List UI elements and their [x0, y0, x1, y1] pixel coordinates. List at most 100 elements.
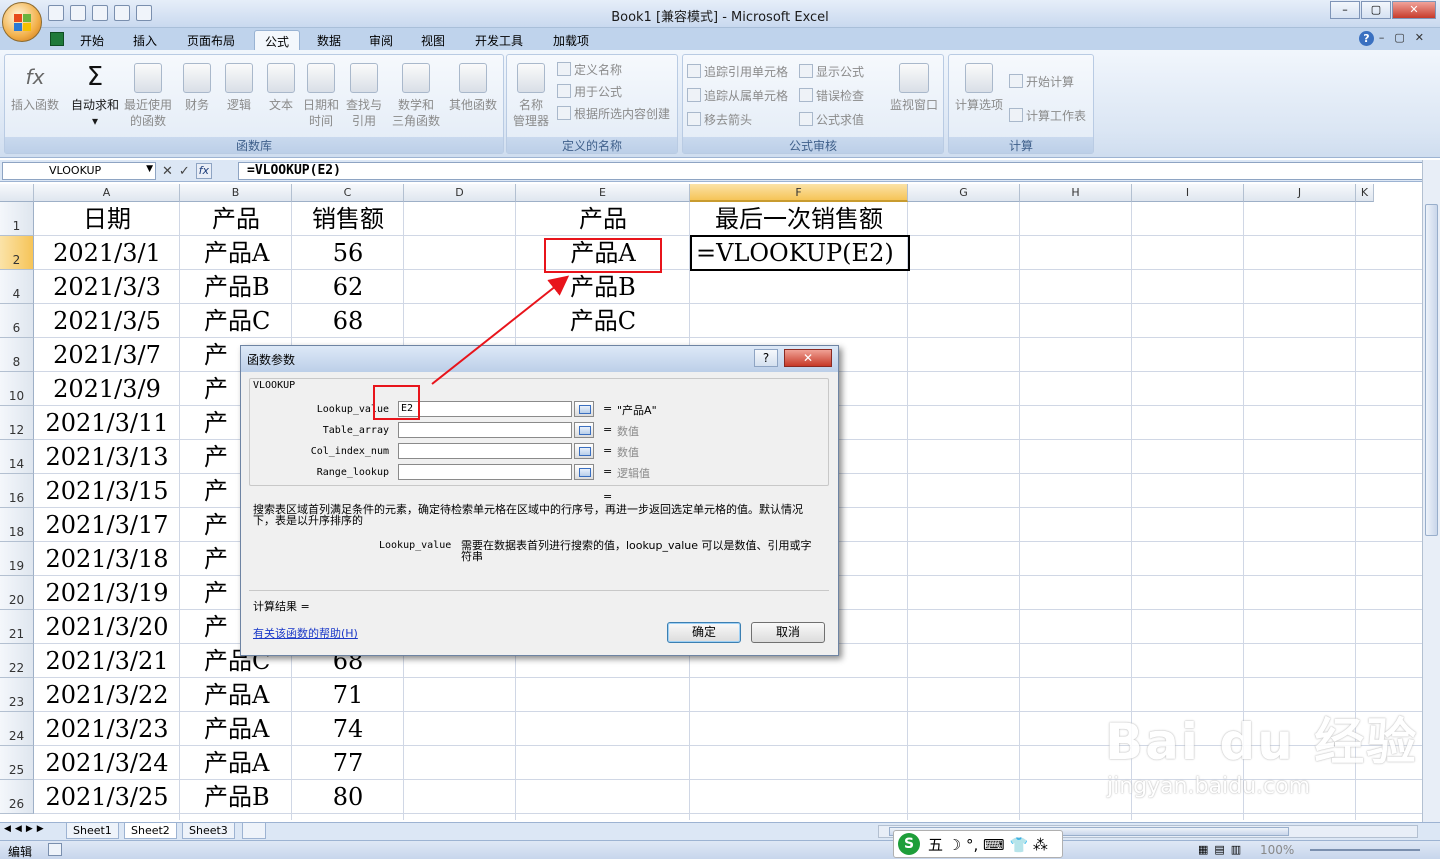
row-header-4[interactable]: 4	[0, 270, 34, 304]
column-header-d[interactable]: D	[404, 184, 516, 202]
column-header-b[interactable]: B	[180, 184, 292, 202]
close-button[interactable]: ✕	[1392, 1, 1436, 19]
scroll-thumb[interactable]	[1425, 204, 1438, 536]
row-header-16[interactable]: 16	[0, 474, 34, 508]
tab-review[interactable]: 审阅	[358, 30, 404, 50]
name-manager-button[interactable]: 名称 管理器	[509, 63, 553, 129]
cell-date[interactable]: 2021/3/20	[34, 610, 180, 644]
row-header-1[interactable]: 1	[0, 202, 34, 236]
column-header-c[interactable]: C	[292, 184, 404, 202]
chevron-down-icon[interactable]: ▼	[146, 164, 153, 174]
cell-sales[interactable]: 71	[292, 678, 404, 712]
tab-addins[interactable]: 加载项	[540, 30, 602, 50]
row-header-14[interactable]: 14	[0, 440, 34, 474]
help-link[interactable]: 有关该函数的帮助(H)	[253, 625, 358, 641]
cancel-icon[interactable]: ✕	[162, 164, 173, 179]
cell-sales[interactable]: 77	[292, 746, 404, 780]
row-header-25[interactable]: 25	[0, 746, 34, 780]
row-header-20[interactable]: 20	[0, 576, 34, 610]
help-icon[interactable]: ?	[1359, 31, 1374, 46]
column-header-a[interactable]: A	[34, 184, 180, 202]
define-name-button[interactable]: 定义名称	[557, 61, 622, 78]
cell-date[interactable]: 2021/3/17	[34, 508, 180, 542]
cell-date[interactable]: 2021/3/21	[34, 644, 180, 678]
formula-input[interactable]: =VLOOKUP(E2)	[238, 162, 1426, 180]
header-product-e[interactable]: 产品	[516, 202, 690, 236]
cell-date[interactable]: 2021/3/13	[34, 440, 180, 474]
tab-page-layout[interactable]: 页面布局	[176, 30, 246, 50]
collapse-dialog-icon[interactable]	[574, 422, 594, 438]
dialog-close-button[interactable]: ✕	[784, 349, 832, 367]
watch-window-button[interactable]: 监视窗口	[887, 63, 941, 113]
lookup-reference-button[interactable]: 查找与 引用	[343, 63, 385, 129]
name-box[interactable]: VLOOKUP ▼	[2, 162, 156, 180]
cancel-button[interactable]: 取消	[751, 622, 825, 643]
more-functions-button[interactable]: 其他函数	[445, 63, 501, 113]
math-trig-button[interactable]: 数学和 三角函数	[387, 63, 445, 129]
insert-sheet-icon[interactable]	[242, 823, 266, 839]
cell-product-e[interactable]: 产品B	[516, 270, 690, 304]
tab-insert[interactable]: 插入	[122, 30, 168, 50]
collapse-dialog-icon[interactable]	[574, 401, 594, 417]
cell-date[interactable]: 2021/3/5	[34, 304, 180, 338]
collapse-dialog-icon[interactable]	[574, 464, 594, 480]
lookup-value-input[interactable]: E2	[398, 401, 572, 417]
view-buttons[interactable]: ▦▤▥	[1198, 843, 1247, 856]
column-header-k[interactable]: K	[1356, 184, 1374, 202]
trace-dependents-button[interactable]: 追踪从属单元格	[687, 87, 788, 104]
row-header-10[interactable]: 10	[0, 372, 34, 406]
sheet-tab-1[interactable]: Sheet1	[66, 823, 119, 839]
tab-developer[interactable]: 开发工具	[464, 30, 534, 50]
macro-record-icon[interactable]	[48, 843, 62, 856]
row-header-19[interactable]: 19	[0, 542, 34, 576]
tab-data[interactable]: 数据	[306, 30, 352, 50]
row-header-24[interactable]: 24	[0, 712, 34, 746]
column-header-e[interactable]: E	[516, 184, 690, 202]
cell-product-e[interactable]: 产品C	[516, 304, 690, 338]
workbook-controls[interactable]: –▢✕	[1379, 31, 1434, 44]
cell-date[interactable]: 2021/3/11	[34, 406, 180, 440]
range-lookup-input[interactable]	[398, 464, 572, 480]
row-header-22[interactable]: 22	[0, 644, 34, 678]
use-in-formula-button[interactable]: 用于公式	[557, 83, 622, 100]
active-cell-f2[interactable]	[690, 235, 910, 271]
sheet-tab-2[interactable]: Sheet2	[124, 823, 177, 839]
ok-button[interactable]: 确定	[667, 622, 741, 643]
cell-date[interactable]: 2021/3/3	[34, 270, 180, 304]
cell-sales[interactable]: 56	[292, 236, 404, 270]
header-date[interactable]: 日期	[34, 202, 180, 236]
header-sales[interactable]: 销售额	[292, 202, 404, 236]
text-button[interactable]: 文本	[261, 63, 301, 113]
column-header-g[interactable]: G	[908, 184, 1020, 202]
cell-date[interactable]: 2021/3/19	[34, 576, 180, 610]
row-header-12[interactable]: 12	[0, 406, 34, 440]
sheet-nav-arrows[interactable]: ◀◀▶▶	[4, 824, 48, 834]
cell-date[interactable]: 2021/3/25	[34, 780, 180, 814]
error-checking-button[interactable]: 错误检查	[799, 87, 864, 104]
tab-view[interactable]: 视图	[410, 30, 456, 50]
trace-precedents-button[interactable]: 追踪引用单元格	[687, 63, 788, 80]
cell-date[interactable]: 2021/3/1	[34, 236, 180, 270]
column-header-j[interactable]: J	[1244, 184, 1356, 202]
column-header-f[interactable]: F	[690, 184, 908, 202]
show-formulas-button[interactable]: 显示公式	[799, 63, 864, 80]
header-product[interactable]: 产品	[180, 202, 292, 236]
ime-toolbar[interactable]: S 五 ☽ °, ⌨ 👕 ⁂	[893, 830, 1063, 858]
zoom-slider[interactable]	[1310, 849, 1420, 851]
row-header-8[interactable]: 8	[0, 338, 34, 372]
cell-date[interactable]: 2021/3/18	[34, 542, 180, 576]
row-header-26[interactable]: 26	[0, 780, 34, 814]
cell-sales[interactable]: 74	[292, 712, 404, 746]
cell-date[interactable]: 2021/3/9	[34, 372, 180, 406]
calculate-sheet-button[interactable]: 计算工作表	[1009, 107, 1086, 124]
calculate-now-button[interactable]: 开始计算	[1009, 73, 1074, 90]
remove-arrows-button[interactable]: 移去箭头	[687, 111, 752, 128]
cell-sales[interactable]: 80	[292, 780, 404, 814]
row-header-21[interactable]: 21	[0, 610, 34, 644]
select-all-corner[interactable]	[0, 184, 34, 202]
recent-functions-button[interactable]: 最近使用 的函数	[121, 63, 175, 129]
vertical-scrollbar[interactable]	[1422, 160, 1440, 822]
logical-button[interactable]: 逻辑	[219, 63, 259, 113]
financial-button[interactable]: 财务	[177, 63, 217, 113]
minimize-button[interactable]: –	[1330, 1, 1360, 19]
